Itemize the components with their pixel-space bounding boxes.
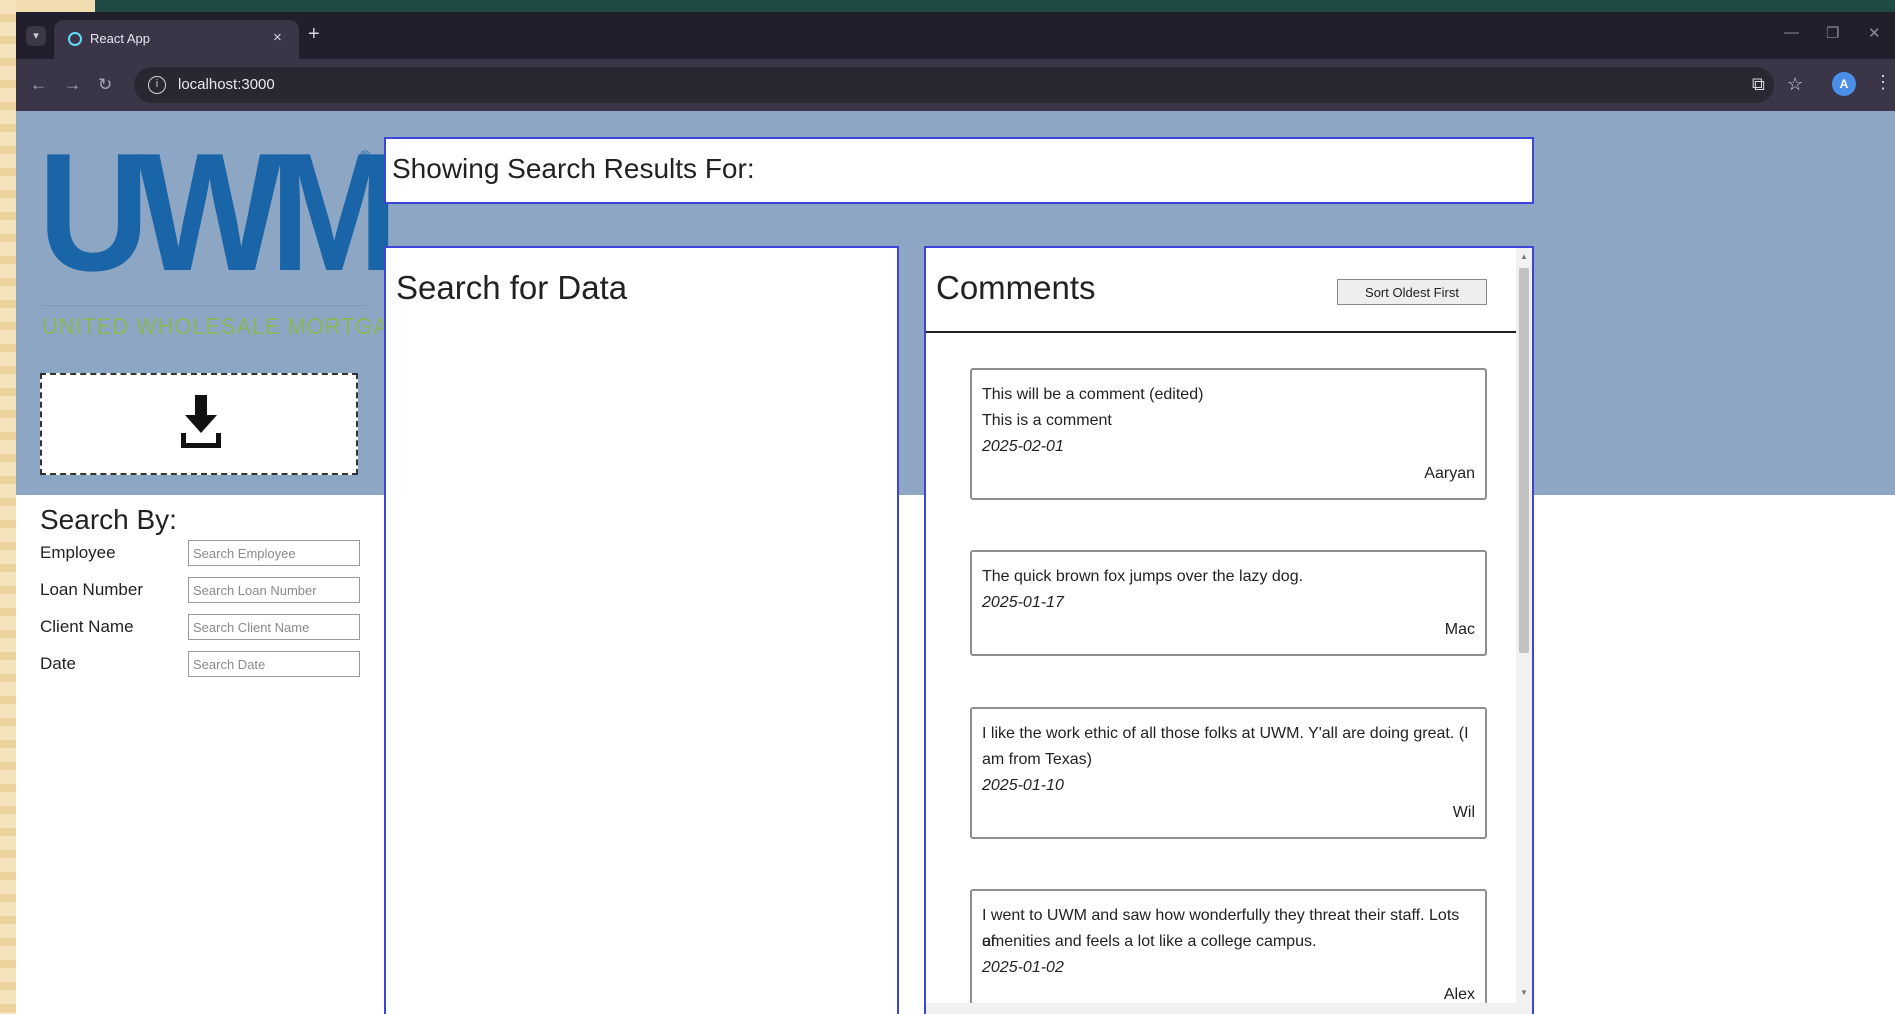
restore-icon[interactable]: ❐ [1826,24,1839,42]
date-search-input[interactable] [188,651,360,677]
comment-text: am from Texas) [982,751,1092,768]
scroll-up-icon[interactable]: ▲ [1520,252,1528,261]
comment-text: I like the work ethic of all those folks… [982,725,1469,742]
forward-icon[interactable]: → [64,75,81,95]
desktop-top-strip [0,0,1895,12]
browser-tab[interactable]: React App × [54,20,299,59]
comment-text: This will be a comment (edited) [982,386,1204,403]
client-name-search-input[interactable] [188,614,360,640]
reload-icon[interactable]: ↻ [98,75,112,95]
tab-bar: ▾ React App × + — ❐ ✕ [16,12,1895,59]
react-favicon-icon [68,32,82,46]
date-label: Date [40,654,76,673]
logo-subtitle: UNITED WHOLESALE MORTGAGE [42,313,423,339]
logo-wordmark: UWM [38,118,398,306]
url-field[interactable]: i localhost:3000 [134,67,1774,103]
sort-oldest-first-button[interactable]: Sort Oldest First [1337,279,1487,305]
comments-header: Comments Sort Oldest First [926,248,1516,333]
loan-number-label: Loan Number [40,580,144,599]
horizontal-scrollbar[interactable] [926,1003,1516,1014]
comment-card: I went to UWM and saw how wonderfully th… [970,889,1487,1014]
bookmark-star-icon[interactable]: ☆ [1787,74,1803,95]
file-drop-zone[interactable] [40,373,358,475]
tab-title: React App [90,31,150,46]
profile-avatar[interactable]: A [1832,72,1856,96]
comments-title: Comments [936,269,1096,306]
search-by-heading: Search By: [40,504,177,535]
scroll-down-icon[interactable]: ▼ [1520,988,1528,997]
search-data-title: Search for Data [396,269,628,306]
employee-search-input[interactable] [188,540,360,566]
download-icon [181,395,221,448]
employee-label: Employee [40,543,116,562]
tab-search-menu-icon[interactable]: ▾ [26,26,46,46]
comment-author: Aaryan [1424,465,1475,482]
url-text[interactable]: localhost:3000 [178,76,275,93]
browser-menu-icon[interactable]: ⋮ [1874,72,1892,93]
browser-window: ▾ React App × + — ❐ ✕ ← → ↻ i localhost:… [16,12,1895,1014]
site-info-icon[interactable]: i [148,76,166,94]
minimize-icon[interactable]: — [1784,24,1799,41]
address-bar: ← → ↻ i localhost:3000 ⧉ ☆ A ⋮ [16,59,1895,111]
comment-date: 2025-02-01 [982,438,1064,455]
comment-author: Alex [1443,986,1475,1003]
new-tab-icon[interactable]: + [308,23,320,46]
search-data-panel: Search for Data [384,246,899,1014]
page-content: UWM ® UNITED WHOLESALE MORTGAGE Search B… [16,111,1895,1014]
search-results-bar: Showing Search Results For: [384,137,1534,204]
close-window-icon[interactable]: ✕ [1868,24,1881,42]
client-name-label: Client Name [40,617,134,636]
desktop-left-strip [0,0,16,1014]
scrollbar-thumb[interactable] [1519,268,1529,653]
install-app-icon[interactable]: ⧉ [1752,74,1765,95]
back-icon[interactable]: ← [30,75,47,95]
logo-divider [42,305,366,306]
uwm-logo: UWM ® UNITED WHOLESALE MORTGAGE [38,118,421,339]
comments-panel: Comments Sort Oldest First This will be … [924,246,1534,1014]
loan-number-search-input[interactable] [188,577,360,603]
comment-card: I like the work ethic of all those folks… [970,707,1487,839]
comment-text: amenities and feels a lot like a college… [982,933,1317,950]
tab-close-icon[interactable]: × [273,29,282,46]
search-results-label: Showing Search Results For: [392,153,755,184]
comment-card: The quick brown fox jumps over the lazy … [970,550,1487,656]
comment-author: Wil [1452,804,1475,821]
logo-registered-mark: ® [360,147,371,163]
comment-text: The quick brown fox jumps over the lazy … [982,568,1304,585]
comment-date: 2025-01-17 [982,594,1064,611]
comment-author: Mac [1444,621,1475,638]
comment-card: This will be a comment (edited) This is … [970,368,1487,500]
comment-text: This is a comment [982,412,1112,429]
comment-date: 2025-01-02 [982,959,1064,976]
comment-date: 2025-01-10 [982,777,1064,794]
